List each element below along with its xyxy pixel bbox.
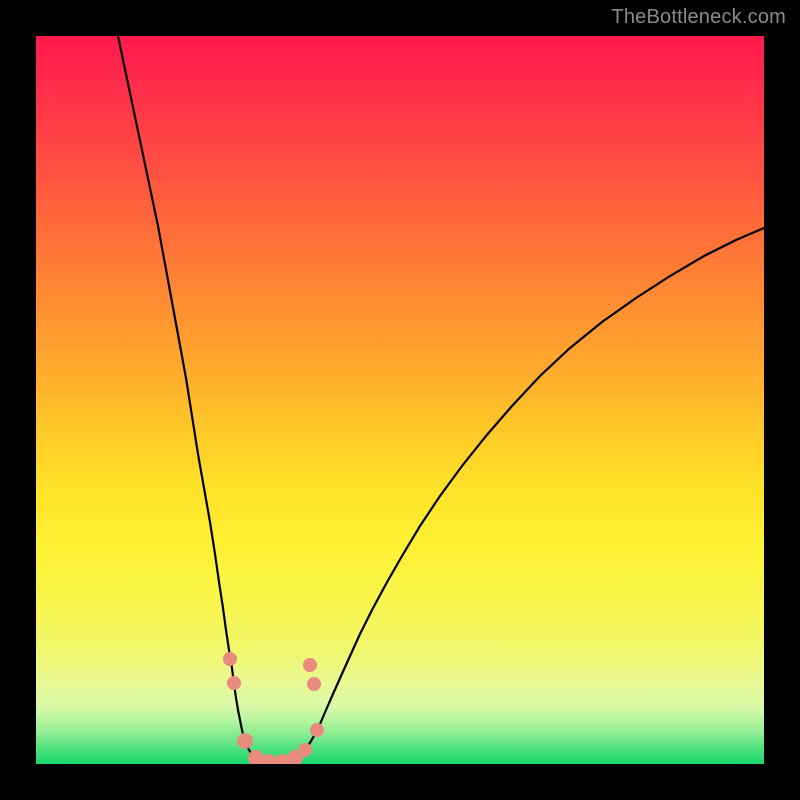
- data-marker: [303, 658, 317, 672]
- data-marker: [223, 652, 237, 666]
- left-curve: [118, 36, 268, 763]
- chart-stage: TheBottleneck.com: [0, 0, 800, 800]
- data-marker: [310, 723, 324, 737]
- plot-area: [36, 36, 764, 764]
- watermark-text: TheBottleneck.com: [611, 6, 786, 29]
- data-marker: [298, 743, 312, 757]
- right-curve: [268, 228, 764, 763]
- data-marker: [307, 677, 321, 691]
- data-marker: [227, 676, 241, 690]
- data-marker: [237, 733, 253, 749]
- curve-layer: [36, 36, 764, 764]
